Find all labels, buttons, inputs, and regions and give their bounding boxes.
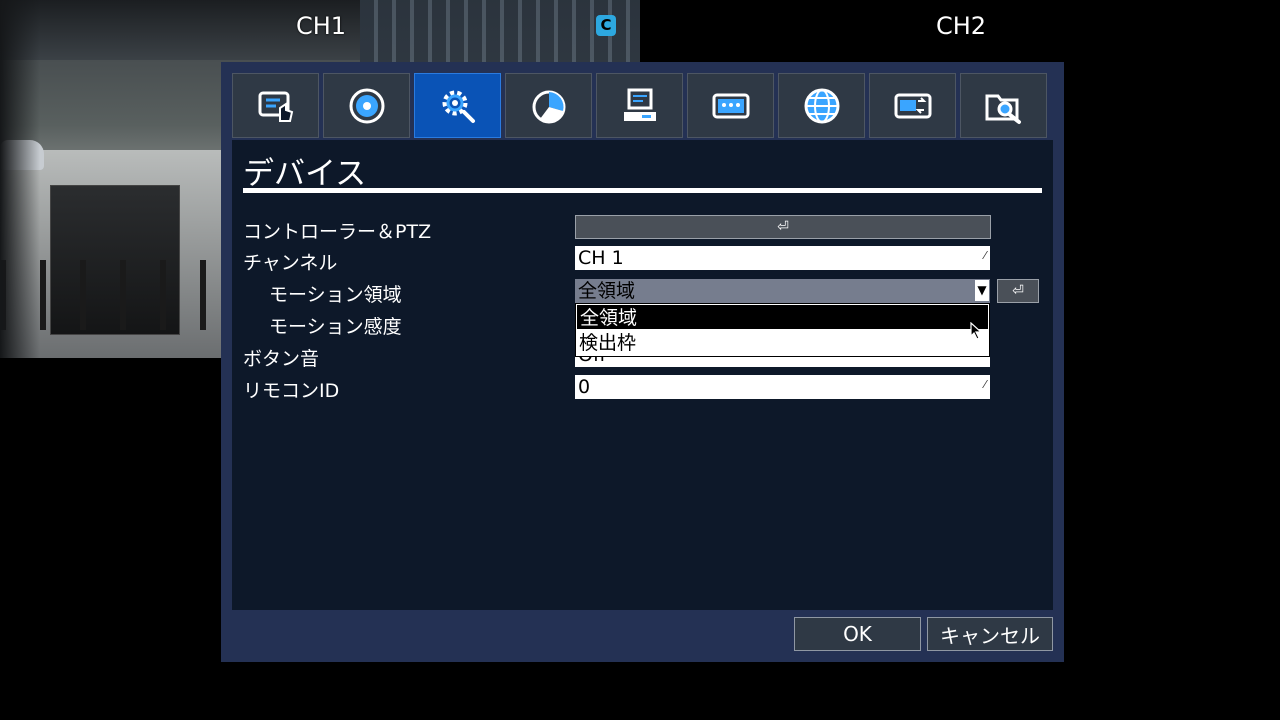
computer-icon: [623, 88, 656, 121]
tab-display[interactable]: [232, 73, 319, 138]
channel-value: CH 1: [578, 247, 624, 269]
controller-label: コントローラー＆PTZ: [243, 221, 432, 243]
recording-badge: C: [596, 15, 616, 36]
motion-area-value: 全領域: [578, 280, 636, 302]
tab-security[interactable]: [687, 73, 774, 138]
settings-content: デバイス コントローラー＆PTZ ⏎ チャンネル CH 1 ⁄ モーション領域 …: [232, 140, 1053, 610]
mouse-cursor-icon: [970, 322, 983, 340]
touch-display-icon: [258, 91, 293, 122]
tab-record[interactable]: [323, 73, 410, 138]
cancel-button[interactable]: キャンセル: [927, 617, 1053, 651]
motion-area-label: モーション領域: [269, 284, 402, 306]
tab-system[interactable]: [596, 73, 683, 138]
settings-tabbar: [232, 73, 1053, 140]
password-icon: [712, 93, 749, 118]
motion-sensitivity-label: モーション感度: [269, 316, 402, 338]
channel-2-label: CH2: [936, 12, 987, 40]
camera-shade: [0, 0, 40, 358]
settings-dialog: デバイス コントローラー＆PTZ ⏎ チャンネル CH 1 ⁄ モーション領域 …: [221, 62, 1064, 662]
gear-icon: [442, 90, 475, 123]
dropdown-option-all-area[interactable]: 全領域: [576, 304, 989, 330]
edit-icon: ⁄: [984, 378, 986, 391]
edit-icon: ⁄: [984, 249, 986, 262]
dropdown-option-detection-box[interactable]: 検出枠: [576, 330, 989, 356]
tab-network[interactable]: [778, 73, 865, 138]
page-title: デバイス: [243, 156, 367, 192]
tab-statistics[interactable]: [505, 73, 592, 138]
channel-label: チャンネル: [243, 252, 338, 274]
disc-icon: [349, 88, 384, 123]
globe-icon: [804, 88, 839, 123]
tab-device[interactable]: [414, 73, 501, 138]
motion-area-setup-button[interactable]: ⏎: [997, 279, 1039, 303]
channel-field[interactable]: CH 1 ⁄: [575, 246, 990, 270]
controller-setup-button[interactable]: ⏎: [575, 215, 991, 239]
search-folder-icon: [985, 94, 1021, 124]
motion-area-select[interactable]: 全領域 ▼: [575, 279, 990, 303]
remote-id-label: リモコンID: [243, 380, 340, 402]
button-sound-label: ボタン音: [243, 348, 320, 370]
enter-icon: ⏎: [777, 219, 789, 235]
ok-button[interactable]: OK: [794, 617, 921, 651]
remote-id-field[interactable]: 0 ⁄: [575, 375, 990, 399]
enter-icon: ⏎: [1012, 283, 1024, 299]
chevron-down-icon[interactable]: ▼: [975, 280, 989, 301]
pie-chart-icon: [532, 90, 565, 123]
storage-transfer-icon: [894, 93, 931, 118]
tab-storage[interactable]: [869, 73, 956, 138]
motion-area-dropdown: 全領域 検出枠: [575, 303, 990, 357]
channel-1-label: CH1: [296, 12, 347, 40]
remote-id-value: 0: [578, 376, 591, 398]
title-divider: [243, 188, 1042, 193]
tab-search[interactable]: [960, 73, 1047, 138]
